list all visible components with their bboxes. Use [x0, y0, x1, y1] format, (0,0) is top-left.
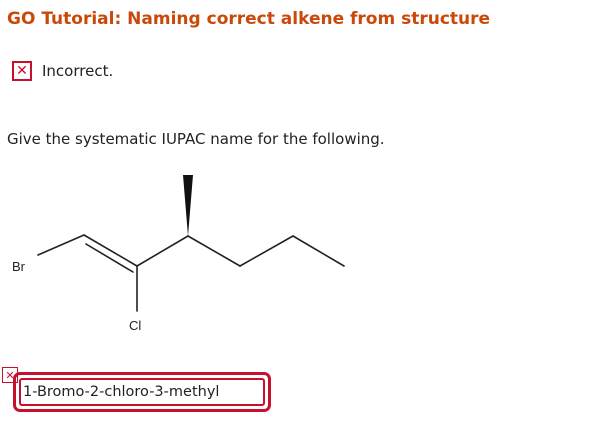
- wedge-bond: [183, 175, 193, 236]
- question-prompt: Give the systematic IUPAC name for the f…: [7, 130, 385, 148]
- page-title: GO Tutorial: Naming correct alkene from …: [7, 9, 491, 29]
- status-message: Incorrect.: [42, 62, 114, 80]
- answer-input[interactable]: [19, 378, 265, 406]
- answer-field-frame: [13, 372, 271, 412]
- bromine-label: Br: [12, 259, 26, 274]
- chlorine-label: Cl: [129, 318, 141, 333]
- incorrect-x-icon: ✕: [12, 61, 32, 81]
- molecule-structure-image: Br Cl: [12, 175, 345, 333]
